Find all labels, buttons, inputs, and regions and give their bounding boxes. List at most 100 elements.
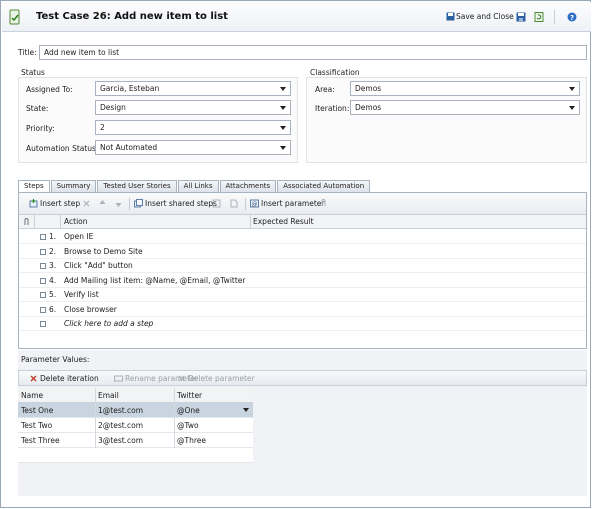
tab-attachments[interactable]: Attachments bbox=[219, 180, 277, 192]
action-column-header: Action bbox=[64, 217, 88, 226]
column-separator bbox=[95, 418, 96, 433]
twitter-column-header: Twitter bbox=[177, 391, 203, 400]
delete-parameter-button[interactable]: Delete parameter bbox=[177, 374, 255, 383]
priority-select[interactable]: 2 bbox=[95, 120, 291, 135]
delete-step-icon[interactable] bbox=[82, 199, 91, 208]
parameter-row[interactable]: Test Three 3@test.com @Three bbox=[18, 433, 253, 448]
insert-parameter-label: Insert parameter bbox=[261, 199, 325, 208]
column-separator bbox=[174, 388, 175, 403]
open-shared-steps-icon[interactable] bbox=[229, 199, 238, 208]
steps-toolbar: Insert step Insert shared steps @ Insert… bbox=[19, 193, 586, 215]
step-icon bbox=[40, 321, 46, 327]
save-icon[interactable] bbox=[516, 12, 526, 22]
insert-parameter-icon: @ bbox=[250, 199, 259, 208]
step-number: 1. bbox=[49, 232, 57, 241]
test-case-icon bbox=[9, 9, 20, 25]
priority-label: Priority: bbox=[26, 124, 55, 133]
tab-all-links[interactable]: All Links bbox=[177, 180, 219, 192]
email-column-header: Email bbox=[98, 391, 119, 400]
classification-header: Classification bbox=[310, 68, 360, 77]
attachment-icon[interactable] bbox=[319, 199, 328, 208]
insert-shared-steps-button[interactable]: Insert shared steps bbox=[134, 199, 217, 208]
step-action[interactable]: Verify list bbox=[64, 290, 99, 299]
add-step-hint[interactable]: Click here to add a step bbox=[64, 319, 153, 328]
step-action[interactable]: Add Mailing list item: @Name, @Email, @T… bbox=[64, 276, 245, 285]
parameter-name-cell[interactable]: Test Two bbox=[21, 421, 52, 430]
column-separator bbox=[95, 403, 96, 418]
parameter-row[interactable]: Test Two 2@test.com @Two bbox=[18, 418, 253, 433]
parameter-email-cell[interactable]: 1@test.com bbox=[98, 406, 143, 415]
column-separator bbox=[60, 215, 61, 229]
delete-iteration-icon bbox=[30, 375, 37, 382]
step-number: 6. bbox=[49, 304, 57, 314]
parameter-email-cell[interactable]: 3@test.com bbox=[98, 436, 143, 445]
step-row[interactable]: 6. Close browser bbox=[19, 303, 586, 317]
save-and-close-button[interactable]: Save and Close bbox=[446, 12, 514, 21]
expected-result-column-header: Expected Result bbox=[253, 217, 314, 226]
assigned-to-label: Assigned To: bbox=[26, 85, 73, 94]
step-row[interactable]: 3. Click "Add" button bbox=[19, 259, 586, 273]
iteration-label: Iteration: bbox=[315, 104, 350, 113]
insert-step-label: Insert step bbox=[40, 199, 81, 208]
tab-tested-user-stories[interactable]: Tested User Stories bbox=[97, 180, 177, 192]
insert-parameter-button[interactable]: @ Insert parameter bbox=[250, 199, 325, 208]
step-action[interactable]: Open IE bbox=[64, 232, 93, 241]
step-action[interactable]: Browse to Demo Site bbox=[64, 247, 143, 256]
name-column-header: Name bbox=[21, 391, 44, 400]
parameter-twitter-cell[interactable]: @Two bbox=[177, 421, 199, 430]
parameter-email-cell[interactable]: 2@test.com bbox=[98, 421, 143, 430]
refresh-icon[interactable] bbox=[534, 12, 544, 22]
insert-shared-steps-label: Insert shared steps bbox=[145, 199, 217, 208]
help-icon[interactable]: ? bbox=[567, 12, 577, 22]
toolbar-separator bbox=[245, 198, 246, 210]
parameter-new-row[interactable] bbox=[18, 448, 253, 463]
tab-associated-automation[interactable]: Associated Automation bbox=[277, 180, 371, 192]
parameter-toolbar: Delete iteration Rename parameter Delete… bbox=[18, 370, 587, 386]
automation-status-label: Automation Status: bbox=[26, 144, 99, 153]
parameter-twitter-cell[interactable]: @One bbox=[177, 406, 200, 415]
step-row[interactable]: 2. Browse to Demo Site bbox=[19, 245, 586, 259]
test-case-window: Test Case 26: Add new item to list Save … bbox=[0, 0, 591, 508]
attachment-column-icon bbox=[24, 218, 29, 225]
parameter-twitter-cell[interactable]: @Three bbox=[177, 436, 206, 445]
iteration-select[interactable]: Demos bbox=[350, 100, 580, 115]
add-step-row[interactable]: Click here to add a step bbox=[19, 317, 586, 331]
parameter-name-cell[interactable]: Test One bbox=[21, 406, 53, 415]
column-separator bbox=[34, 215, 35, 229]
column-separator bbox=[95, 433, 96, 448]
parameter-name-cell[interactable]: Test Three bbox=[21, 436, 60, 445]
rename-parameter-icon bbox=[114, 375, 123, 382]
assigned-to-select[interactable]: Garcia, Esteban bbox=[95, 81, 291, 96]
step-icon bbox=[40, 248, 46, 255]
shared-steps-icon bbox=[134, 199, 143, 208]
create-shared-steps-icon[interactable] bbox=[212, 199, 221, 208]
delete-iteration-button[interactable]: Delete iteration bbox=[29, 374, 99, 383]
save-and-close-label: Save and Close bbox=[456, 12, 514, 21]
step-icon bbox=[40, 292, 46, 298]
toolbar-separator bbox=[554, 10, 555, 24]
area-select[interactable]: Demos bbox=[350, 81, 580, 96]
tab-summary[interactable]: Summary bbox=[50, 180, 97, 192]
tab-strip: Steps Summary Tested User Stories All Li… bbox=[18, 180, 371, 193]
step-row[interactable]: 4. Add Mailing list item: @Name, @Email, … bbox=[19, 274, 586, 288]
parameter-table-header: Name Email Twitter bbox=[18, 388, 253, 403]
automation-status-select[interactable]: Not Automated bbox=[95, 140, 291, 155]
state-select[interactable]: Design bbox=[95, 100, 291, 115]
parameter-row[interactable]: Test One 1@test.com @One bbox=[18, 403, 253, 418]
step-action[interactable]: Close browser bbox=[64, 305, 117, 314]
insert-step-button[interactable]: Insert step bbox=[29, 199, 80, 208]
move-up-icon[interactable] bbox=[98, 199, 107, 208]
move-down-icon[interactable] bbox=[114, 199, 123, 208]
column-separator bbox=[174, 433, 175, 448]
step-row[interactable]: 5. Verify list bbox=[19, 288, 586, 302]
step-number: 3. bbox=[49, 261, 57, 270]
step-action[interactable]: Click "Add" button bbox=[64, 261, 133, 270]
step-row[interactable]: 1. Open IE bbox=[19, 230, 586, 244]
step-icon bbox=[40, 306, 46, 313]
delete-parameter-label: Delete parameter bbox=[188, 374, 255, 383]
column-separator bbox=[174, 418, 175, 433]
title-field[interactable]: Add new item to list bbox=[39, 45, 587, 60]
step-icon bbox=[40, 263, 46, 269]
step-number: 4. bbox=[49, 275, 57, 285]
step-number: 5. bbox=[49, 290, 57, 299]
